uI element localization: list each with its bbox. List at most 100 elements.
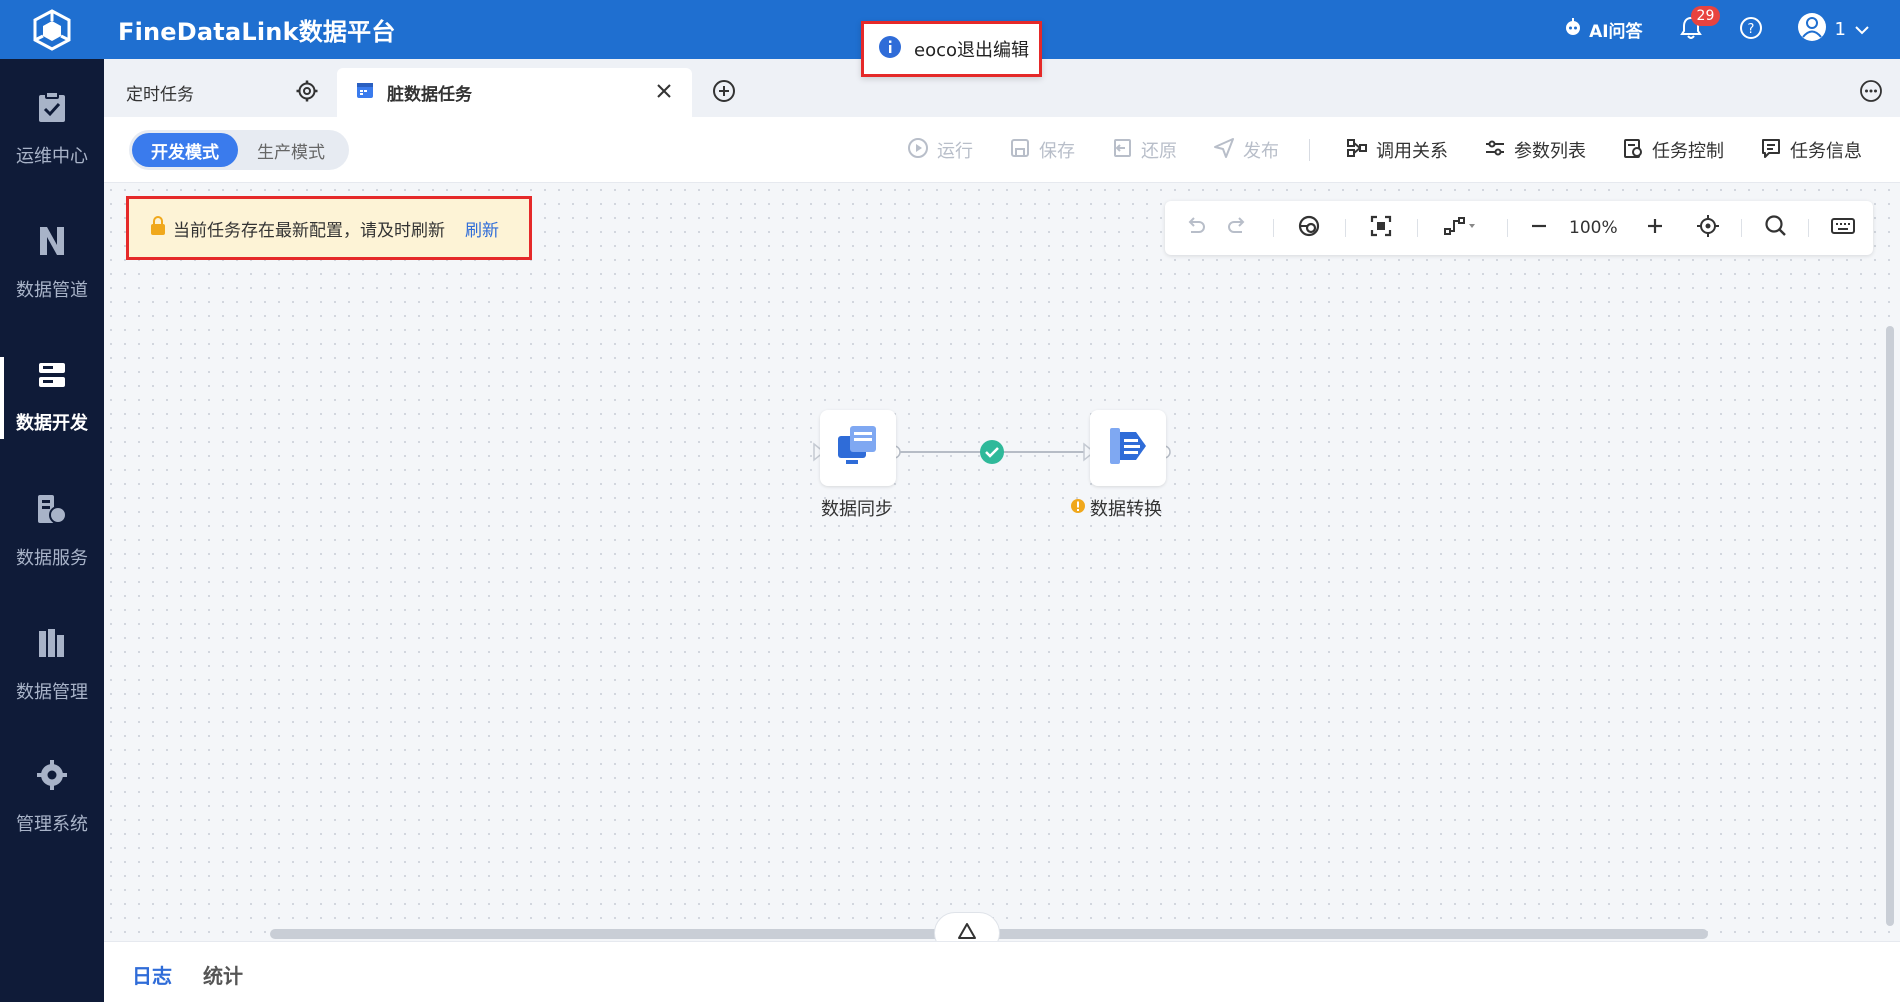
- restore-button[interactable]: 还原: [1111, 137, 1177, 164]
- center-view-button[interactable]: [1687, 201, 1729, 255]
- parameter-list-button[interactable]: 参数列表: [1484, 137, 1586, 164]
- send-icon: [1213, 137, 1235, 164]
- save-icon: [1009, 137, 1031, 164]
- minus-icon: [1530, 217, 1548, 239]
- gear-icon: [36, 759, 68, 796]
- connector-style-dropdown[interactable]: [1433, 201, 1487, 255]
- info-icon: [878, 35, 902, 64]
- ai-assistant-button[interactable]: AI问答: [1563, 17, 1643, 42]
- service-icon: [36, 493, 68, 530]
- clipboard-check-icon: [37, 90, 67, 128]
- call-relations-button[interactable]: 调用关系: [1346, 137, 1448, 164]
- settings-button[interactable]: [294, 80, 320, 106]
- mode-switch: 开发模式 生产模式: [129, 130, 349, 170]
- tool-divider: [1345, 219, 1346, 237]
- sidebar: 运维中心 数据管道 数据开发 数据服务 数据管理 管理系统: [0, 59, 104, 1002]
- sidebar-item-data-service[interactable]: 数据服务: [0, 461, 104, 601]
- tab-logs[interactable]: 日志: [132, 960, 172, 989]
- user-name: 1: [1834, 19, 1846, 40]
- sidebar-item-label: 数据开发: [16, 412, 88, 434]
- zoom-in-button[interactable]: [1635, 201, 1675, 255]
- notifications-button[interactable]: 29: [1677, 5, 1721, 44]
- sidebar-item-ops-center[interactable]: 运维中心: [0, 59, 104, 199]
- help-button[interactable]: ?: [1739, 16, 1763, 44]
- canvas-toolbar: 100%: [1165, 201, 1873, 255]
- publish-button[interactable]: 发布: [1213, 137, 1279, 164]
- sidebar-item-data-development[interactable]: 数据开发: [0, 327, 104, 467]
- redo-button[interactable]: [1218, 201, 1256, 255]
- tab-label: 定时任务: [126, 85, 194, 105]
- search-button[interactable]: [1755, 201, 1797, 255]
- node-data-transform[interactable]: [1090, 410, 1166, 486]
- more-options-button[interactable]: [1858, 80, 1884, 106]
- sidebar-item-data-pipeline[interactable]: 数据管道: [0, 193, 104, 333]
- task-control-label: 任务控制: [1652, 141, 1724, 162]
- tool-divider: [1741, 219, 1742, 237]
- pipeline-icon: [37, 225, 67, 262]
- toolbar-divider: [1309, 139, 1310, 161]
- zoom-out-button[interactable]: [1519, 201, 1559, 255]
- node-data-sync[interactable]: [820, 410, 896, 486]
- undo-button[interactable]: [1177, 201, 1215, 255]
- plus-icon: [1646, 217, 1664, 239]
- keyboard-icon: [1831, 217, 1855, 239]
- layout-icon: [1297, 214, 1321, 242]
- message-icon: [1760, 137, 1782, 164]
- run-label: 运行: [937, 141, 973, 162]
- plus-circle-icon: [712, 79, 736, 107]
- app-logo-icon[interactable]: [0, 0, 104, 59]
- vertical-scrollbar[interactable]: [1886, 326, 1894, 926]
- workflow-canvas[interactable]: [104, 183, 1900, 941]
- data-transform-icon: [1106, 424, 1150, 472]
- sliders-icon: [1484, 137, 1506, 164]
- add-tab-button[interactable]: [711, 80, 737, 106]
- fit-screen-icon: [1370, 215, 1392, 241]
- task-info-button[interactable]: 任务信息: [1760, 137, 1862, 164]
- robot-icon: [1563, 17, 1583, 42]
- tab-dirty-data-task[interactable]: 脏数据任务: [337, 68, 692, 117]
- app-title: FineDataLink数据平台: [118, 18, 396, 46]
- tab-label: 脏数据任务: [387, 85, 472, 105]
- task-control-button[interactable]: 任务控制: [1622, 137, 1724, 164]
- task-settings-icon: [1622, 137, 1644, 164]
- search-icon: [1764, 214, 1788, 242]
- sidebar-item-label: 数据服务: [16, 547, 88, 569]
- bottom-panel: 日志 统计: [104, 941, 1900, 1002]
- sidebar-item-data-management[interactable]: 数据管理: [0, 595, 104, 735]
- prod-mode-button[interactable]: 生产模式: [238, 133, 344, 167]
- run-button[interactable]: 运行: [907, 137, 973, 164]
- notification-count-badge: 29: [1690, 5, 1721, 26]
- zoom-level: 100%: [1569, 218, 1618, 238]
- fit-view-button[interactable]: [1361, 201, 1401, 255]
- tool-divider: [1507, 219, 1508, 237]
- calendar-icon: [355, 80, 375, 105]
- sidebar-item-label: 运维中心: [16, 145, 88, 167]
- tool-divider: [1808, 219, 1809, 237]
- dev-mode-button[interactable]: 开发模式: [132, 133, 238, 167]
- avatar-icon: [1797, 12, 1827, 47]
- tool-divider: [1417, 219, 1418, 237]
- more-horizontal-icon: [1859, 79, 1883, 107]
- keyboard-shortcuts-button[interactable]: [1822, 201, 1864, 255]
- parameter-list-label: 参数列表: [1514, 141, 1586, 162]
- tab-statistics[interactable]: 统计: [203, 960, 243, 989]
- warning-icon: [1070, 498, 1086, 519]
- restore-label: 还原: [1141, 141, 1177, 162]
- gear-icon: [296, 80, 318, 106]
- save-button[interactable]: 保存: [1009, 137, 1075, 164]
- tool-divider: [1273, 219, 1274, 237]
- question-circle-icon: ?: [1739, 16, 1763, 44]
- auto-layout-button[interactable]: [1289, 201, 1329, 255]
- sidebar-item-management-system[interactable]: 管理系统: [0, 727, 104, 867]
- user-menu[interactable]: 1: [1797, 12, 1870, 47]
- data-sync-icon: [836, 424, 880, 472]
- toolbar-actions: 运行 保存 还原 发布 调用关系 参数列表 任务控制 任务信息: [871, 117, 1862, 183]
- node-label-data-sync: 数据同步: [821, 499, 893, 520]
- ai-assistant-label: AI问答: [1589, 22, 1643, 42]
- close-tab-button[interactable]: [652, 81, 676, 105]
- publish-label: 发布: [1243, 141, 1279, 162]
- task-toolbar: 开发模式 生产模式 运行 保存 还原 发布 调用关系 参数列表 任务控制 任务信…: [104, 117, 1900, 183]
- save-label: 保存: [1039, 141, 1075, 162]
- node-label-data-transform: 数据转换: [1070, 495, 1162, 521]
- refresh-link[interactable]: 刷新: [465, 216, 499, 241]
